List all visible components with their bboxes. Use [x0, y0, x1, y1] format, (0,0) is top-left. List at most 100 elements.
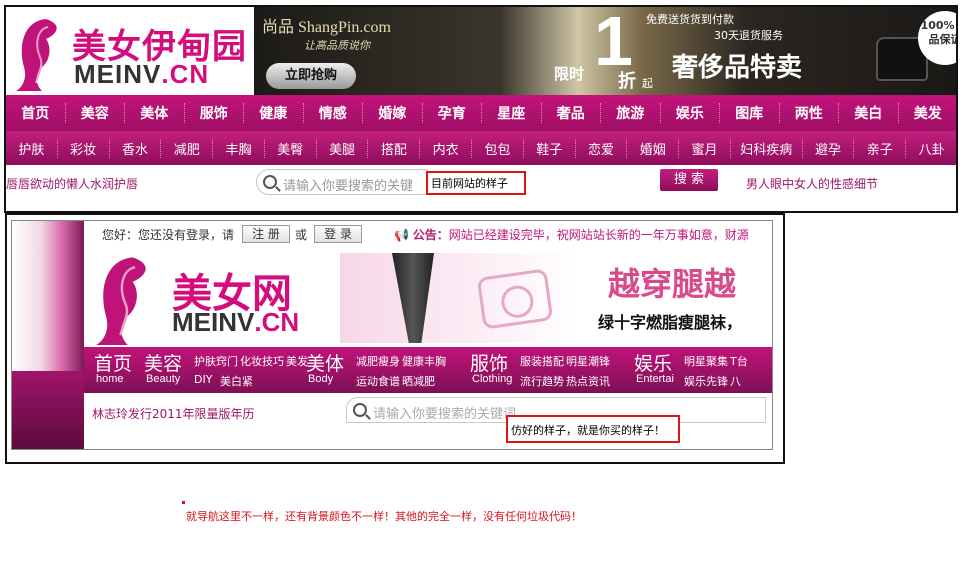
replica-nav-item-en: Body: [308, 373, 334, 385]
megaphone-icon: 📢: [394, 228, 409, 242]
camera-icon: [476, 268, 554, 330]
replica-nav-item-en: home: [96, 373, 124, 385]
announcement: 📢 公告：网站已经建设完毕，祝网站站长新的一年万事如意，财源: [394, 226, 749, 243]
main-nav-item[interactable]: 孕育: [423, 103, 482, 123]
main-nav-item[interactable]: 旅游: [601, 103, 661, 123]
main-nav-item[interactable]: 美体: [125, 103, 185, 123]
replica-nav-subitem[interactable]: 明星聚集: [684, 353, 728, 369]
replica-nav-subitem[interactable]: 运动食谱: [356, 373, 400, 389]
left-gradient-bar: [12, 221, 84, 449]
main-nav-item[interactable]: 美发: [899, 103, 957, 123]
sub-nav-item[interactable]: 丰胸: [213, 138, 265, 158]
sub-nav-item[interactable]: 恋爱: [576, 138, 628, 158]
current-site-frame: 美女伊甸园 MEINV.CN 尚品 ShangPin.com 让高品质说你 立即…: [4, 5, 958, 213]
sub-nav-item[interactable]: 婚姻: [627, 138, 680, 158]
sub-nav-item[interactable]: 鞋子: [524, 138, 576, 158]
main-nav-item[interactable]: 首页: [6, 103, 66, 123]
replica-nav-subitem[interactable]: 热点资讯: [566, 373, 610, 389]
main-nav-item[interactable]: 图库: [720, 103, 780, 123]
replica-nav-subitem[interactable]: 娱乐先锋: [684, 373, 728, 389]
main-nav-item[interactable]: 星座: [482, 103, 542, 123]
main-nav-item[interactable]: 服饰: [185, 103, 244, 123]
sub-nav-item[interactable]: 避孕: [803, 138, 855, 158]
banner-luxury-title: 奢侈品特卖: [672, 53, 803, 83]
replica-nav-subitem[interactable]: 护肤窍门: [194, 353, 238, 369]
replica-nav-subitem[interactable]: T台: [730, 353, 748, 369]
replica-nav-subitem[interactable]: 服装搭配: [520, 353, 564, 369]
sub-nav-item[interactable]: 内衣: [420, 138, 473, 158]
main-nav-item[interactable]: 奢品: [542, 103, 601, 123]
replica-nav-subitem[interactable]: 美发: [286, 353, 308, 369]
search-icon: [263, 175, 277, 189]
main-nav-item[interactable]: 美容: [66, 103, 125, 123]
stockings-ad-banner[interactable]: 越穿腿越 绿十字燃脂瘦腿袜，: [340, 253, 772, 343]
main-nav: 首页 美容 美体 服饰 健康 情感 婚嫁 孕育 星座 奢品 旅游 娱乐 图库 两性 美白 美发: [6, 95, 957, 131]
ad-banner[interactable]: 尚品 ShangPin.com 让高品质说你 立即抢购 1 限时 折 起 免费送…: [254, 7, 956, 95]
replica-nav-item-en: Clothing: [472, 373, 513, 385]
footer-annotation: 就导航这里不一样，还有背景颜色不一样！其他的完全一样，没有任何垃圾代码！: [186, 510, 582, 523]
search-icon: [353, 403, 367, 417]
red-dot: [182, 501, 185, 504]
main-nav-item[interactable]: 两性: [780, 103, 839, 123]
replica-nav-item-en: Entertai: [636, 373, 674, 385]
replica-nav-subitem[interactable]: 减肥瘦身: [356, 353, 400, 369]
replica-nav: 首页 home 美容 Beauty 护肤窍门 化妆技巧 美发 DIY 美白紧 美体 Body 减肥瘦身…: [84, 347, 772, 393]
main-nav-item[interactable]: 美白: [839, 103, 899, 123]
promo-link-right[interactable]: 男人眼中女人的性感细节: [746, 175, 878, 192]
sub-nav-item[interactable]: 八卦: [906, 139, 956, 158]
sub-nav-item[interactable]: 护肤: [6, 138, 58, 158]
announcement-label: 公告：: [412, 228, 449, 242]
banner-subline: 绿十字燃脂瘦腿袜，: [598, 313, 743, 332]
buy-now-button[interactable]: 立即抢购: [266, 63, 356, 89]
banner-limit-text: 限时: [554, 65, 585, 83]
sub-nav-item[interactable]: 减肥: [161, 138, 214, 158]
replica-nav-subitem[interactable]: DIY: [194, 373, 212, 386]
main-nav-item[interactable]: 情感: [304, 103, 363, 123]
replica-nav-item[interactable]: 首页: [94, 349, 132, 376]
sub-nav-item[interactable]: 香水: [110, 138, 162, 158]
announcement-text: 网站已经建设完毕，祝网站站长新的一年万事如意，财源: [448, 228, 749, 242]
replica-nav-subitem[interactable]: 健康丰胸: [402, 353, 446, 369]
login-button[interactable]: 登 录: [314, 225, 362, 243]
sub-nav-item[interactable]: 美腿: [317, 138, 369, 158]
sub-nav-item[interactable]: 蜜月: [679, 138, 731, 158]
sub-nav-item[interactable]: 妇科疾病: [731, 138, 803, 158]
replica-nav-item[interactable]: 服饰: [470, 349, 508, 376]
sub-nav-item[interactable]: 美臀: [265, 138, 317, 158]
logo-english: MEINV.CN: [74, 59, 210, 89]
banner-free-shipping: 免费送货货到付款: [646, 13, 734, 26]
site-logo[interactable]: 美女伊甸园 MEINV.CN: [8, 9, 254, 93]
search-input[interactable]: 请输入你要搜索的关键: [256, 169, 428, 195]
main-nav-item[interactable]: 婚嫁: [363, 103, 423, 123]
sub-nav-item[interactable]: 搭配: [368, 138, 421, 158]
promo-link-left[interactable]: 唇唇欲动的懒人水润护唇: [6, 175, 138, 192]
banner-qi-text: 起: [642, 77, 653, 90]
banner-discount-text: 折: [618, 71, 636, 92]
register-button[interactable]: 注 册: [242, 225, 290, 243]
woman-silhouette-icon: [96, 257, 146, 345]
promo-link[interactable]: 林志玲发行2011年限量版年历: [92, 405, 255, 422]
sub-nav-item[interactable]: 彩妆: [58, 138, 110, 158]
annotation-current: 目前网站的样子: [426, 171, 526, 195]
replica-nav-subitem[interactable]: 晒减肥: [402, 373, 435, 389]
replica-nav-item[interactable]: 美容: [144, 349, 182, 376]
annotation-replica: 仿好的样子，就是你买的样子！: [506, 415, 680, 443]
replica-nav-subitem[interactable]: 八: [730, 373, 741, 389]
banner-brand: 尚品 ShangPin.com: [262, 19, 391, 36]
search-placeholder: 请输入你要搜索的关键: [283, 179, 414, 194]
welcome-text: 您好：您还没有登录，请: [102, 228, 235, 242]
replica-nav-item-en: Beauty: [146, 373, 181, 385]
banner-slogan: 让高品质说你: [304, 39, 370, 52]
replica-nav-subitem[interactable]: 明星潮锋: [566, 353, 610, 369]
replica-nav-subitem[interactable]: 美白紧: [220, 373, 253, 389]
sub-nav-item[interactable]: 包包: [472, 138, 524, 158]
replica-nav-subitem[interactable]: 流行趋势: [520, 373, 564, 389]
replica-nav-item[interactable]: 美体: [306, 349, 344, 376]
main-nav-item[interactable]: 健康: [244, 103, 304, 123]
sub-nav-item[interactable]: 亲子: [854, 138, 907, 158]
or-text: 或: [295, 228, 308, 242]
search-button[interactable]: 搜 索: [660, 169, 718, 191]
main-nav-item[interactable]: 娱乐: [661, 103, 720, 123]
replica-nav-subitem[interactable]: 化妆技巧: [240, 353, 284, 369]
replica-nav-item[interactable]: 娱乐: [634, 349, 672, 376]
